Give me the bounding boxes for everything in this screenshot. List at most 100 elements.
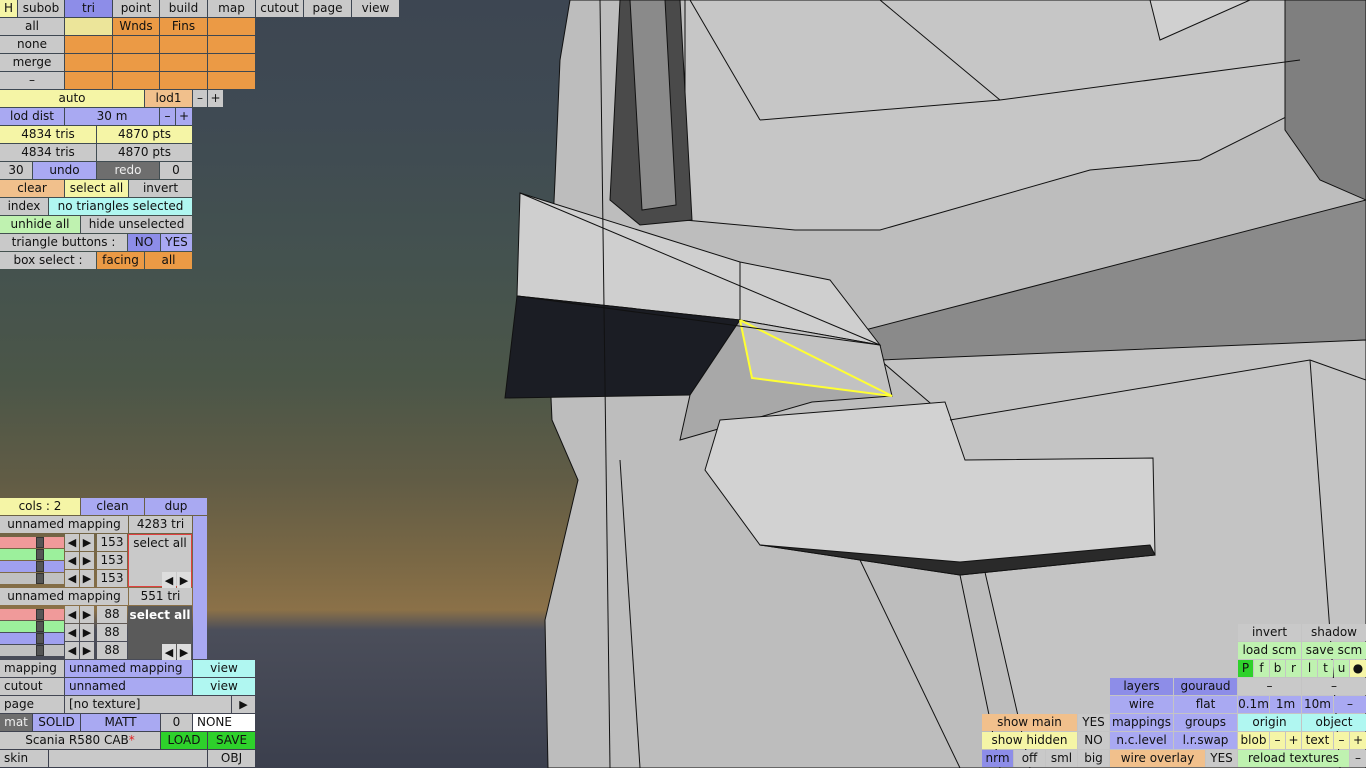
left-arrow-icon[interactable]: ◀ xyxy=(65,534,79,551)
nrm-button[interactable]: nrm xyxy=(982,750,1013,767)
text-minus-button[interactable]: – xyxy=(1334,732,1349,749)
right-arrow-icon[interactable]: ▶ xyxy=(80,606,94,623)
view-flag-r[interactable]: r xyxy=(1286,660,1301,677)
tab-map[interactable]: map xyxy=(208,0,255,17)
reload-minus-button[interactable]: – xyxy=(1350,750,1366,767)
slider-knob[interactable] xyxy=(36,549,44,560)
mapping2-blue-slider[interactable] xyxy=(0,633,64,644)
tab-cutout[interactable]: cutout xyxy=(256,0,303,17)
right-arrow-icon[interactable]: ▶ xyxy=(80,534,94,551)
model-name[interactable]: Scania R580 CAB* xyxy=(0,732,160,749)
solid-button[interactable]: SOLID xyxy=(33,714,80,731)
mapping2-green-slider[interactable] xyxy=(0,621,64,632)
slider-knob[interactable] xyxy=(36,537,44,548)
right-arrow-icon[interactable]: ▶ xyxy=(177,572,191,589)
blob-button[interactable]: blob xyxy=(1238,732,1269,749)
wire-overlay-value[interactable]: YES xyxy=(1206,750,1237,767)
index-button[interactable]: index xyxy=(0,198,48,215)
show-hidden-value[interactable]: NO xyxy=(1078,732,1109,749)
view-flag-u[interactable]: u xyxy=(1334,660,1349,677)
group-cell[interactable] xyxy=(113,72,159,89)
group-cell[interactable] xyxy=(65,54,112,71)
group-all-button[interactable]: all xyxy=(0,18,64,35)
mapping1-green-slider[interactable] xyxy=(0,549,64,560)
left-arrow-icon[interactable]: ◀ xyxy=(65,642,79,659)
dist-1m-button[interactable]: 1m xyxy=(1270,696,1301,713)
dist-01m-button[interactable]: 0.1m xyxy=(1238,696,1269,713)
dup-button[interactable]: dup xyxy=(145,498,207,515)
invert-view-button[interactable]: invert xyxy=(1238,624,1301,641)
triangle-buttons-no[interactable]: NO xyxy=(128,234,160,251)
slider-knob[interactable] xyxy=(36,609,44,620)
mat-none-field[interactable]: NONE xyxy=(193,714,255,731)
wire-overlay-button[interactable]: wire overlay xyxy=(1110,750,1205,767)
mapping-scrollbar[interactable] xyxy=(193,516,207,659)
right-arrow-icon[interactable]: ▶ xyxy=(80,552,94,569)
group-cell[interactable] xyxy=(65,72,112,89)
cutout-value[interactable]: unnamed xyxy=(65,678,192,695)
flat-button[interactable]: flat xyxy=(1174,696,1237,713)
lr-swap-button[interactable]: l.r.swap xyxy=(1174,732,1237,749)
nc-level-button[interactable]: n.c.level xyxy=(1110,732,1173,749)
dist-minus-button[interactable]: – xyxy=(1334,696,1366,713)
group-cell[interactable] xyxy=(160,36,207,53)
big-button[interactable]: big xyxy=(1078,750,1109,767)
mapping1-alpha-slider[interactable] xyxy=(0,573,64,584)
slider-knob[interactable] xyxy=(36,561,44,572)
mapping2-value[interactable]: 88 xyxy=(97,642,127,659)
mapping2-alpha-slider[interactable] xyxy=(0,645,64,656)
group-cell[interactable] xyxy=(208,18,255,35)
view-flag-l[interactable]: l xyxy=(1302,660,1317,677)
group-wnds[interactable]: Wnds xyxy=(113,18,159,35)
left-arrow-icon[interactable]: ◀ xyxy=(65,570,79,587)
lod-level-button[interactable]: lod1 xyxy=(145,90,192,107)
group-dash-button[interactable]: – xyxy=(0,72,64,89)
left-arrow-icon[interactable]: ◀ xyxy=(162,572,176,589)
left-arrow-icon[interactable]: ◀ xyxy=(162,644,176,661)
right-arrow-icon[interactable]: ▶ xyxy=(80,624,94,641)
mapping1-red-slider[interactable] xyxy=(0,537,64,548)
group-cell[interactable] xyxy=(208,72,255,89)
save-scm-button[interactable]: save scm xyxy=(1302,642,1366,659)
slider-knob[interactable] xyxy=(36,633,44,644)
mapping2-name[interactable]: unnamed mapping xyxy=(0,588,128,605)
tab-point[interactable]: point xyxy=(113,0,159,17)
group-cell[interactable] xyxy=(208,36,255,53)
mat-number[interactable]: 0 xyxy=(161,714,192,731)
tab-tri[interactable]: tri xyxy=(65,0,112,17)
invert-button[interactable]: invert xyxy=(129,180,192,197)
skin-field[interactable] xyxy=(49,750,207,767)
matt-button[interactable]: MATT xyxy=(81,714,160,731)
view-flag-t[interactable]: t xyxy=(1318,660,1333,677)
cutout-view-button[interactable]: view xyxy=(193,678,255,695)
redo-button[interactable]: redo xyxy=(97,162,159,179)
group-fins[interactable]: Fins xyxy=(160,18,207,35)
dot-icon[interactable]: ● xyxy=(1350,660,1366,677)
mapping-view-button[interactable]: view xyxy=(193,660,255,677)
select-all-button[interactable]: select all xyxy=(65,180,128,197)
tab-view[interactable]: view xyxy=(352,0,399,17)
tab-h[interactable]: H xyxy=(0,0,17,17)
group-cell[interactable] xyxy=(65,18,112,35)
slider-knob[interactable] xyxy=(36,645,44,656)
undo-button[interactable]: undo xyxy=(33,162,96,179)
box-select-all[interactable]: all xyxy=(145,252,192,269)
sml-button[interactable]: sml xyxy=(1046,750,1077,767)
slider-knob[interactable] xyxy=(36,573,44,584)
mapping1-select-all[interactable]: select all xyxy=(129,535,191,552)
obj-button[interactable]: OBJ xyxy=(208,750,255,767)
lod-dist-minus-button[interactable]: – xyxy=(160,108,175,125)
off-button[interactable]: off xyxy=(1014,750,1045,767)
lod-plus-button[interactable]: + xyxy=(208,90,223,107)
clear-button[interactable]: clear xyxy=(0,180,64,197)
mapping2-value[interactable]: 88 xyxy=(97,624,127,641)
dist-10m-button[interactable]: 10m xyxy=(1302,696,1333,713)
view-flag-b[interactable]: b xyxy=(1270,660,1285,677)
reload-textures-button[interactable]: reload textures xyxy=(1238,750,1349,767)
dash-button[interactable]: – xyxy=(1302,678,1366,695)
load-button[interactable]: LOAD xyxy=(161,732,207,749)
view-flag-f[interactable]: f xyxy=(1254,660,1269,677)
mapping1-value[interactable]: 153 xyxy=(97,552,127,569)
left-arrow-icon[interactable]: ◀ xyxy=(65,624,79,641)
save-button[interactable]: SAVE xyxy=(208,732,255,749)
